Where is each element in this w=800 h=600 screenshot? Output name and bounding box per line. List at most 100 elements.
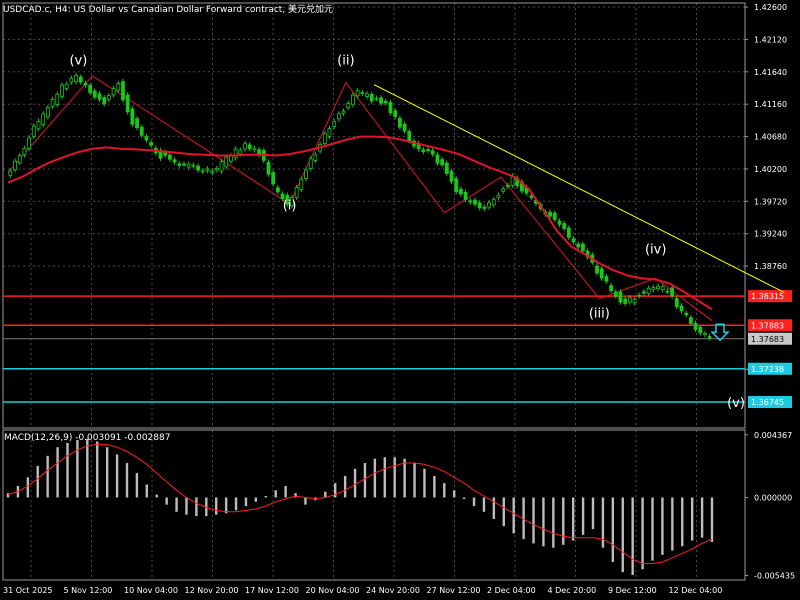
candle-body	[383, 100, 388, 104]
candle-body	[88, 84, 93, 93]
candle-body	[698, 326, 703, 334]
candle-body	[374, 97, 379, 100]
candle-body	[186, 163, 191, 168]
candle-body	[252, 147, 257, 151]
candle-body	[468, 200, 473, 203]
candle-body	[64, 83, 69, 89]
trading-chart[interactable]: 1.38315 1.37883 1.37683 1.37238 1.36745 (v) (…	[0, 0, 800, 600]
candle-body	[449, 170, 454, 182]
x-axis-tick-label: 12 Nov 20:00	[185, 586, 239, 595]
candle-body	[670, 287, 675, 297]
candle-body	[121, 81, 125, 101]
candle-body	[482, 206, 487, 209]
x-axis-tick-label: 31 Oct 2025	[3, 586, 52, 595]
candle-body	[393, 110, 398, 117]
level-price-label: 1.37238	[751, 365, 784, 374]
candle-body	[684, 312, 689, 316]
candle-body	[618, 291, 623, 303]
candle-body	[623, 298, 628, 304]
candle-body	[125, 94, 130, 113]
candle-body	[487, 202, 491, 208]
candle-body	[595, 265, 599, 274]
level-price-label: 1.36745	[751, 398, 784, 407]
candle-body	[346, 103, 351, 109]
candle-body	[459, 188, 463, 195]
candle-body	[111, 88, 116, 96]
candle-body	[656, 285, 660, 290]
candle-body	[92, 90, 97, 98]
candle-body	[144, 136, 149, 141]
wave-label: (v)	[727, 396, 745, 411]
wave-label: (v)	[69, 53, 87, 68]
candle-body	[172, 159, 177, 163]
candle-body	[566, 227, 571, 238]
candle-body	[660, 286, 665, 291]
candle-body	[674, 298, 679, 308]
candle-body	[50, 99, 55, 107]
candle-body	[351, 94, 355, 106]
candle-body	[688, 317, 693, 324]
wave-label: (iii)	[589, 306, 610, 321]
y-axis-tick-label: 1.42120	[754, 35, 787, 44]
wave-label: (i)	[283, 198, 297, 213]
candle-body	[135, 118, 139, 129]
candle-body	[336, 113, 341, 120]
candle-body	[191, 164, 196, 167]
y-axis-tick-label: 1.39720	[754, 197, 787, 206]
candle-body	[55, 93, 60, 105]
candle-body	[355, 90, 360, 97]
candle-body	[168, 154, 172, 160]
candle-body	[473, 199, 477, 205]
candle-body	[365, 93, 369, 97]
candle-body	[529, 195, 534, 198]
candle-body	[421, 149, 426, 152]
candle-body	[214, 168, 219, 171]
candle-body	[557, 220, 562, 225]
y-axis-tick-label: 1.41640	[754, 68, 787, 77]
candle-body	[609, 285, 613, 292]
candle-body	[576, 243, 581, 248]
candle-body	[707, 336, 712, 339]
candle-body	[200, 170, 205, 173]
candle-body	[327, 128, 332, 137]
candle-body	[552, 212, 557, 220]
candle-body	[219, 161, 224, 172]
candle-body	[332, 121, 337, 127]
candle-body	[627, 297, 632, 303]
candle-body	[679, 305, 684, 312]
candle-body	[130, 108, 135, 125]
candle-body	[642, 291, 646, 294]
level-price-label: 1.37683	[751, 335, 784, 344]
macd-axis-label: 0.000000	[754, 493, 792, 502]
candle-body	[501, 188, 506, 192]
candle-body	[454, 178, 459, 193]
candle-body	[163, 152, 168, 156]
candle-body	[97, 93, 102, 100]
candle-body	[233, 148, 238, 159]
x-axis-tick-label: 10 Nov 04:00	[124, 586, 178, 595]
candle-body	[299, 178, 304, 190]
candle-body	[444, 162, 449, 174]
candle-body	[571, 238, 576, 243]
y-axis-tick-label: 1.38760	[754, 262, 787, 271]
x-axis-tick-label: 24 Nov 20:00	[366, 586, 420, 595]
x-axis-tick-label: 20 Nov 04:00	[306, 586, 360, 595]
candle-body	[665, 290, 670, 293]
macd-header: MACD(12,26,9) -0.003091 -0.002887	[4, 433, 170, 443]
candle-body	[379, 97, 384, 104]
candle-body	[435, 154, 440, 164]
candle-body	[83, 83, 88, 86]
candle-body	[463, 191, 468, 200]
candle-body	[341, 110, 346, 114]
candle-body	[604, 276, 609, 282]
candle-body	[196, 165, 200, 171]
candle-body	[31, 125, 36, 137]
y-axis-tick-label: 1.40200	[754, 165, 787, 174]
candle-body	[369, 94, 374, 102]
candle-body	[637, 294, 642, 297]
candle-body	[693, 322, 698, 330]
candle-body	[548, 211, 552, 217]
candle-body	[440, 159, 445, 166]
x-axis-tick-label: 9 Dec 12:00	[608, 586, 657, 595]
candle-body	[139, 126, 144, 136]
